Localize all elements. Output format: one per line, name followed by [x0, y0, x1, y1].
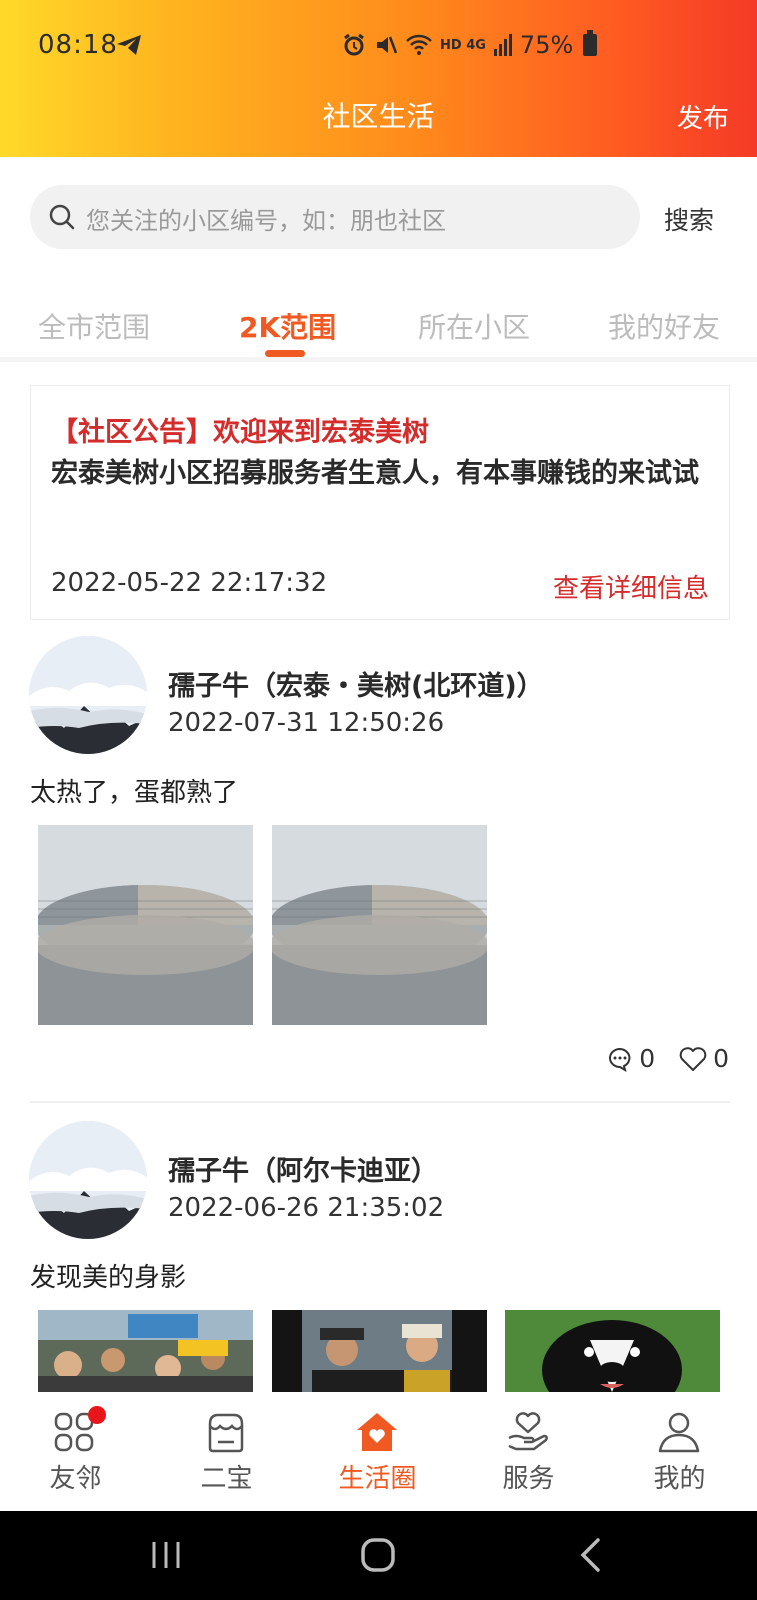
nav-label: 我的	[653, 1464, 706, 1494]
battery-icon	[583, 30, 598, 56]
search-icon	[49, 204, 75, 230]
post-date: 2022-06-26 21:35:02	[168, 1193, 445, 1223]
publish-button[interactable]: 发布	[677, 98, 729, 135]
comment-count: 0	[639, 1044, 656, 1073]
nav-item-life-circle[interactable]: 生活圈	[302, 1392, 453, 1511]
post-author[interactable]: 孺子牛（宏泰・美树(北环道)）	[168, 664, 544, 703]
home-heart-icon	[357, 1413, 397, 1451]
post-image[interactable]	[505, 1310, 720, 1392]
hand-heart-icon	[508, 1412, 548, 1451]
active-tab-indicator	[265, 350, 305, 357]
status-icons: HD 4G 75%	[342, 30, 598, 60]
app-header: 08:18 HD 4G 75% 社区生活 发布	[0, 0, 757, 157]
heart-icon[interactable]	[679, 1046, 707, 1072]
battery-percent: 75%	[519, 31, 574, 59]
notice-title: 【社区公告】欢迎来到宏泰美树	[51, 417, 429, 448]
page-title: 社区生活	[322, 100, 435, 133]
post-date: 2022-07-31 12:50:26	[168, 708, 445, 738]
range-tabs: 全市范围 2K范围 所在小区 我的好友	[0, 282, 757, 362]
back-icon[interactable]	[578, 1537, 602, 1573]
nav-item-services[interactable]: 服务	[453, 1392, 604, 1511]
post-image[interactable]	[272, 825, 487, 1025]
post-author[interactable]: 孺子牛（阿尔卡迪亚）	[168, 1149, 438, 1188]
notification-badge	[88, 1406, 106, 1424]
notice-body: 宏泰美树小区招募服务者生意人，有本事赚钱的来试试	[51, 458, 699, 489]
system-nav-bar	[0, 1511, 757, 1600]
post-text: 发现美的身影	[30, 1263, 187, 1293]
notice-date: 2022-05-22 22:17:32	[51, 568, 328, 598]
signal-icon	[493, 34, 512, 56]
post-image[interactable]	[272, 1310, 487, 1392]
search-input[interactable]: 您关注的小区编号，如：朋也社区	[30, 185, 640, 249]
tab-city[interactable]: 全市范围	[38, 306, 150, 346]
tab-2k[interactable]: 2K范围	[239, 306, 336, 346]
status-bar: 08:18 HD 4G 75%	[0, 0, 757, 92]
nav-item-secondhand[interactable]: 二宝	[151, 1392, 302, 1511]
nav-item-profile[interactable]: 我的	[604, 1392, 755, 1511]
home-icon[interactable]	[360, 1537, 396, 1573]
status-time: 08:18	[38, 30, 118, 60]
divider	[30, 1101, 730, 1103]
network-label: HD 4G	[440, 37, 486, 53]
avatar[interactable]	[29, 636, 147, 754]
telegram-icon	[117, 35, 141, 55]
tab-community[interactable]: 所在小区	[418, 306, 530, 346]
post-actions: 0 0	[607, 1044, 729, 1073]
nav-label: 服务	[502, 1464, 555, 1494]
mute-icon	[377, 36, 398, 54]
nav-item-neighbors[interactable]: 友邻	[0, 1392, 151, 1511]
post-image[interactable]	[38, 1310, 253, 1392]
post-text: 太热了，蛋都熟了	[30, 778, 239, 808]
search-button[interactable]: 搜索	[664, 201, 714, 237]
shop-icon	[208, 1413, 244, 1453]
nav-label: 生活圈	[338, 1464, 417, 1494]
community-notice[interactable]: 【社区公告】欢迎来到宏泰美树 宏泰美树小区招募服务者生意人，有本事赚钱的来试试 …	[30, 385, 730, 620]
recent-apps-icon[interactable]	[150, 1539, 182, 1571]
comment-icon[interactable]	[607, 1046, 633, 1072]
avatar[interactable]	[29, 1121, 147, 1239]
nav-label: 友邻	[49, 1464, 102, 1494]
user-icon	[658, 1412, 700, 1453]
post-image[interactable]	[38, 825, 253, 1025]
alarm-icon	[344, 33, 364, 56]
search-placeholder: 您关注的小区编号，如：朋也社区	[86, 207, 446, 235]
tab-friends[interactable]: 我的好友	[608, 306, 720, 346]
search-bar: 您关注的小区编号，如：朋也社区 搜索	[0, 157, 757, 282]
notice-detail-link[interactable]: 查看详细信息	[553, 568, 709, 605]
wifi-icon	[406, 34, 432, 55]
nav-label: 二宝	[200, 1464, 253, 1494]
like-count: 0	[713, 1044, 729, 1073]
bottom-nav: 友邻 二宝 生活圈 服务 我的	[0, 1392, 757, 1511]
